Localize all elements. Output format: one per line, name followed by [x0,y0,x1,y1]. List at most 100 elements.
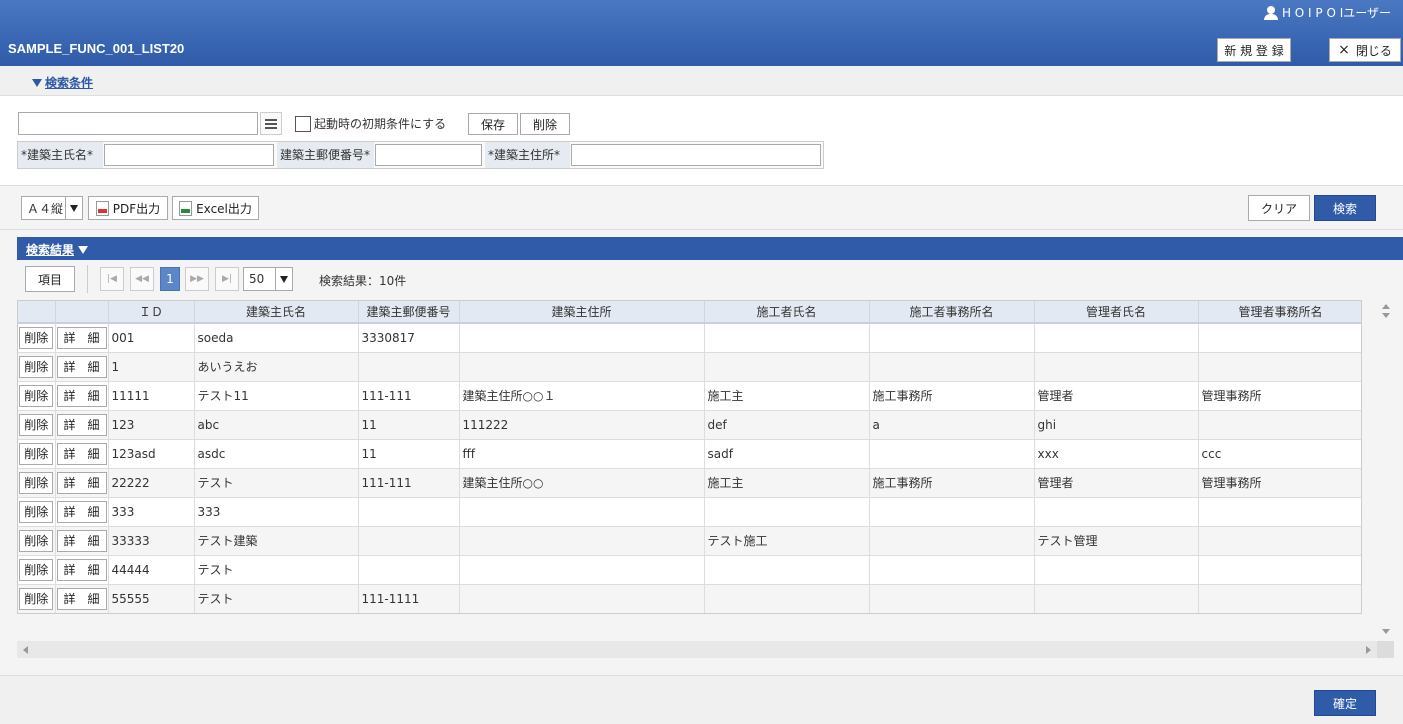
scroll-up-icon[interactable] [1382,304,1390,309]
current-page[interactable]: 1 [160,267,180,291]
row-delete-button[interactable]: 削除 [19,500,54,523]
owner-address-label: *建築主住所* [485,142,570,168]
table-row[interactable]: 削除詳 細 33333 テスト建築 テスト施工 テスト管理 [18,526,1361,556]
table-row[interactable]: 削除詳 細 22222 テスト 111-111 建築主住所○○ 施工主 施工事務所 管理者 管理… [18,468,1361,498]
paper-size-value: Ａ４縦 [27,201,64,216]
column-header[interactable]: 施工者事務所名 [869,301,1035,324]
table-cell: sadf [704,439,870,469]
table-cell: 施工事務所 [869,381,1035,411]
search-conditions-toggle[interactable]: 検索条件 [32,74,93,91]
table-row[interactable]: 削除詳 細 11111 テスト11 111-111 建築主住所○○１ 施工主 施工事務所 管理… [18,381,1361,411]
paper-size-select[interactable]: Ａ４縦 [21,196,83,220]
user-menu[interactable]: H O I P O Iユーザー [1263,4,1391,21]
page-size-select[interactable]: 50 [243,267,293,291]
search-button[interactable]: 検索 [1314,195,1376,221]
owner-name-input[interactable] [104,144,274,166]
row-detail-button[interactable]: 詳 細 [56,326,107,349]
new-register-button[interactable]: 新 規 登 録 [1217,38,1291,62]
close-button[interactable]: × 閉じる [1329,38,1401,62]
scroll-right-icon[interactable] [1366,646,1371,654]
table-cell [459,584,705,613]
table-row[interactable]: 削除詳 細 333 333 [18,497,1361,527]
table-row[interactable]: 削除詳 細 1 あいうえお [18,352,1361,382]
owner-postal-input[interactable] [375,144,482,166]
table-row[interactable]: 削除詳 細 123asd asdc 11 fff sadf xxx ccc [18,439,1361,469]
clear-button[interactable]: クリア [1248,195,1310,221]
table-cell: ghi [1034,410,1199,440]
column-header[interactable]: 管理者事務所名 [1198,301,1361,324]
table-cell [358,555,460,585]
column-header[interactable]: 施工者氏名 [704,301,870,324]
table-cell: 55555 [108,584,195,613]
table-cell: soeda [194,323,359,353]
column-header[interactable]: 建築主氏名 [194,301,359,324]
search-results-toggle[interactable]: 検索結果 [26,241,89,258]
user-icon [1263,5,1278,20]
row-delete-button[interactable]: 削除 [19,529,54,552]
row-detail-button[interactable]: 詳 細 [56,558,107,581]
table-cell: あいうえお [194,352,359,382]
row-delete-button[interactable]: 削除 [19,442,54,465]
row-delete-button[interactable]: 削除 [19,384,54,407]
owner-name-label: *建築主氏名* [18,142,103,168]
scroll-down-icon[interactable] [1382,629,1390,634]
row-detail-button[interactable]: 詳 細 [56,500,107,523]
row-delete-button[interactable]: 削除 [19,471,54,494]
row-detail-button[interactable]: 詳 細 [56,384,107,407]
row-detail-button[interactable]: 詳 細 [56,355,107,378]
table-cell: 333 [108,497,195,527]
initial-condition-checkbox-wrap[interactable]: 起動時の初期条件にする [295,115,446,132]
initial-condition-label: 起動時の初期条件にする [314,117,447,131]
search-results-label: 検索結果 [26,243,75,257]
table-cell: 33333 [108,526,195,556]
row-delete-button[interactable]: 削除 [19,558,54,581]
column-header[interactable]: 建築主住所 [459,301,705,324]
last-page-icon[interactable]: ▶| [215,267,239,291]
results-table: ＩＤ 建築主氏名 建築主郵便番号 建築主住所 施工者氏名 施工者事務所名 管理者… [17,300,1362,614]
owner-address-input[interactable] [571,144,821,166]
save-condition-button[interactable]: 保存 [468,113,518,135]
row-detail-button[interactable]: 詳 細 [56,442,107,465]
search-results-header: 検索結果 [17,237,1403,260]
scroll-down-small-icon[interactable] [1382,313,1390,318]
next-page-icon[interactable]: ▶▶ [185,267,209,291]
table-row[interactable]: 削除詳 細 55555 テスト 111-1111 [18,584,1361,613]
column-header[interactable]: 建築主郵便番号 [358,301,460,324]
table-row[interactable]: 削除詳 細 001 soeda 3330817 [18,323,1361,353]
first-page-icon[interactable]: |◀ [100,267,124,291]
table-row[interactable]: 削除詳 細 123 abc 11 111222 def a ghi [18,410,1361,440]
row-delete-cell: 削除 [18,381,56,411]
row-delete-button[interactable]: 削除 [19,413,54,436]
row-detail-button[interactable]: 詳 細 [56,587,107,610]
row-delete-button[interactable]: 削除 [19,355,54,378]
scroll-left-icon[interactable] [23,646,28,654]
row-detail-button[interactable]: 詳 細 [56,471,107,494]
column-header[interactable]: ＩＤ [108,301,195,324]
row-delete-button[interactable]: 削除 [19,326,54,349]
condition-preset-input[interactable] [18,112,258,135]
pdf-export-button[interactable]: PDF出力 [88,196,168,220]
confirm-button[interactable]: 確定 [1314,690,1376,716]
row-detail-cell: 詳 細 [55,555,109,585]
row-detail-button[interactable]: 詳 細 [56,413,107,436]
initial-condition-checkbox[interactable] [295,115,311,132]
excel-export-button[interactable]: Excel出力 [172,196,259,220]
table-cell [1034,584,1199,613]
user-name: H O I P O Iユーザー [1281,6,1391,20]
column-header[interactable]: 管理者氏名 [1034,301,1199,324]
horizontal-scrollbar[interactable] [17,641,1377,658]
table-cell: 111-111 [358,381,460,411]
table-cell [358,526,460,556]
row-detail-button[interactable]: 詳 細 [56,529,107,552]
prev-page-icon[interactable]: ◀◀ [130,267,154,291]
vertical-scrollbar[interactable] [1378,300,1394,640]
table-row[interactable]: 削除詳 細 44444 テスト [18,555,1361,585]
row-delete-button[interactable]: 削除 [19,587,54,610]
row-detail-cell: 詳 細 [55,497,109,527]
list-icon[interactable] [260,112,282,135]
table-cell: 建築主住所○○ [459,468,705,498]
delete-condition-button[interactable]: 削除 [520,113,570,135]
columns-button[interactable]: 項目 [25,266,75,292]
table-cell [1034,352,1199,382]
table-cell: xxx [1034,439,1199,469]
